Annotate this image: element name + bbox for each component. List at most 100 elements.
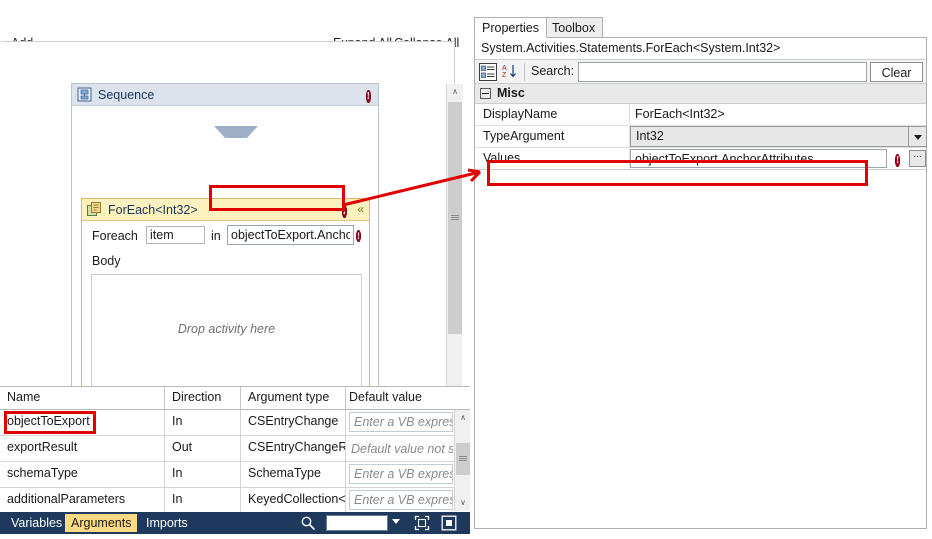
- foreach-item-input[interactable]: [146, 226, 205, 244]
- status-tab-arguments[interactable]: Arguments: [65, 514, 138, 532]
- overview-map-icon[interactable]: [441, 515, 457, 531]
- foreach-keyword-label: Foreach: [92, 229, 138, 243]
- sequence-header[interactable]: Sequence !: [72, 84, 378, 106]
- fit-to-screen-icon[interactable]: [414, 515, 430, 531]
- dropzone-hint-text: Drop activity here: [177, 322, 276, 336]
- table-row[interactable]: exportResult Out CSEntryChangeRes Defaul…: [0, 436, 470, 462]
- arguments-grid[interactable]: Name Direction Argument type Default val…: [0, 386, 471, 514]
- cell-argument-name[interactable]: additionalParameters: [0, 488, 165, 513]
- table-row[interactable]: additionalParameters In KeyedCollection<…: [0, 488, 470, 514]
- vb-expression-box[interactable]: Enter a VB express: [349, 464, 453, 484]
- typeargument-dropdown[interactable]: Int32: [630, 126, 927, 147]
- values-expression-input[interactable]: [630, 149, 887, 168]
- sequence-title: Sequence: [98, 88, 155, 102]
- foreach-activity[interactable]: ForEach<Int32> ! « Foreach in ! Body: [81, 198, 370, 398]
- property-divider: [629, 104, 630, 125]
- property-name-typeargument: TypeArgument: [483, 129, 565, 143]
- magnifier-icon[interactable]: [300, 515, 316, 531]
- property-value-displayname[interactable]: ForEach<Int32>: [635, 107, 725, 121]
- designer-vertical-scrollbar[interactable]: ∧ ∨: [446, 84, 463, 425]
- property-category-misc[interactable]: Misc: [475, 84, 926, 104]
- cell-argument-direction[interactable]: In: [165, 462, 241, 487]
- cell-argument-type[interactable]: KeyedCollection<S: [241, 488, 346, 513]
- svg-text:A: A: [502, 65, 507, 72]
- sequence-activity[interactable]: Sequence ! ForEach<Int32> ! « Foreach it…: [71, 83, 379, 408]
- scrollbar-thumb[interactable]: [456, 443, 470, 475]
- designer-command-bar: Add Expand All Collapse All: [0, 12, 470, 50]
- designer-right-gutter: [463, 41, 470, 383]
- cell-argument-type[interactable]: SchemaType: [241, 462, 346, 487]
- vb-expression-box[interactable]: Enter a VB express: [349, 412, 453, 432]
- foreach-values-error-icon[interactable]: !: [356, 228, 361, 242]
- activity-dropzone[interactable]: Drop activity here: [91, 274, 362, 388]
- cell-argument-name[interactable]: schemaType: [0, 462, 165, 487]
- values-ellipsis-button[interactable]: ...: [909, 150, 926, 167]
- status-tab-imports[interactable]: Imports: [140, 514, 194, 532]
- table-row[interactable]: objectToExport In CSEntryChange Enter a …: [0, 410, 470, 436]
- arguments-grid-scrollbar[interactable]: ∧ ∨: [454, 410, 471, 511]
- grid-header-row: Name Direction Argument type Default val…: [0, 387, 470, 410]
- column-header-direction[interactable]: Direction: [165, 387, 241, 409]
- chevron-down-icon[interactable]: [392, 519, 400, 524]
- search-label: Search:: [531, 64, 575, 78]
- cell-argument-type[interactable]: CSEntryChangeRes: [241, 436, 346, 461]
- foreach-error-icon[interactable]: !: [341, 203, 347, 219]
- column-header-argument-type[interactable]: Argument type: [241, 387, 346, 409]
- property-name-displayname: DisplayName: [483, 107, 558, 121]
- chevron-down-icon: [914, 135, 922, 140]
- zoom-level-input[interactable]: [326, 515, 388, 531]
- scroll-up-icon[interactable]: ∧: [447, 84, 463, 100]
- sequence-connector-arrow: [214, 126, 258, 138]
- cell-argument-name[interactable]: objectToExport: [0, 410, 165, 435]
- table-row[interactable]: schemaType In SchemaType Enter a VB expr…: [0, 462, 470, 488]
- cell-default-value[interactable]: Enter a VB express: [346, 462, 453, 487]
- error-badge-glyph: !: [365, 90, 371, 103]
- values-error-icon[interactable]: !: [895, 152, 901, 168]
- property-row-values[interactable]: Values ! ...: [475, 148, 926, 170]
- error-badge-glyph: !: [356, 230, 361, 242]
- chevron-up-icon[interactable]: «: [357, 202, 364, 216]
- property-row-typeargument[interactable]: TypeArgument Int32: [475, 126, 927, 148]
- cell-argument-type[interactable]: CSEntryChange: [241, 410, 346, 435]
- clear-button[interactable]: Clear: [870, 62, 923, 82]
- scrollbar-grip: [459, 456, 467, 462]
- categorized-view-icon[interactable]: [479, 63, 497, 81]
- cell-default-value[interactable]: Enter a VB express: [346, 488, 453, 513]
- cell-argument-name[interactable]: exportResult: [0, 436, 165, 461]
- toolbar-divider: [524, 63, 525, 81]
- typeargument-selected-value: Int32: [636, 129, 664, 143]
- cell-default-value: Default value not su: [346, 436, 453, 461]
- scrollbar-thumb[interactable]: [448, 102, 462, 334]
- status-tab-variables[interactable]: Variables: [5, 514, 68, 532]
- properties-toolbar: A Z Search: Clear: [475, 60, 926, 84]
- designer-status-bar: Variables Arguments Imports: [0, 512, 470, 534]
- vb-expression-box[interactable]: Enter a VB express: [349, 490, 453, 510]
- cell-argument-direction[interactable]: Out: [165, 436, 241, 461]
- foreach-title: ForEach<Int32>: [108, 203, 198, 217]
- cell-argument-direction[interactable]: In: [165, 410, 241, 435]
- property-row-displayname[interactable]: DisplayName ForEach<Int32>: [475, 104, 926, 126]
- foreach-in-label: in: [211, 229, 221, 243]
- scrollbar-grip: [451, 215, 459, 221]
- selected-type-name: System.Activities.Statements.ForEach<Sys…: [475, 38, 926, 60]
- status-bar-bottom-filler: [0, 534, 470, 539]
- sequence-error-icon[interactable]: !: [365, 88, 371, 104]
- scroll-down-icon[interactable]: ∨: [455, 495, 471, 511]
- foreach-values-input[interactable]: [227, 225, 354, 245]
- designer-canvas[interactable]: Sequence ! ForEach<Int32> ! « Foreach it…: [0, 41, 463, 425]
- search-input[interactable]: [578, 62, 867, 82]
- foreach-body-label: Body: [92, 254, 121, 268]
- foreach-header[interactable]: ForEach<Int32> ! «: [82, 199, 369, 221]
- column-header-name[interactable]: Name: [0, 387, 165, 409]
- cell-argument-direction[interactable]: In: [165, 488, 241, 513]
- default-value-not-supported-text: Default value not su: [351, 442, 453, 456]
- cell-default-value[interactable]: Enter a VB express: [346, 410, 453, 435]
- sequence-icon: [77, 87, 92, 102]
- alphabetical-sort-icon[interactable]: A Z: [501, 63, 519, 81]
- dropdown-button[interactable]: [908, 127, 926, 146]
- column-header-default-value[interactable]: Default value: [346, 387, 453, 409]
- tab-properties[interactable]: Properties: [474, 17, 547, 38]
- collapse-expander-icon[interactable]: [480, 88, 491, 99]
- scroll-up-icon[interactable]: ∧: [455, 410, 471, 426]
- tab-toolbox[interactable]: Toolbox: [544, 17, 604, 38]
